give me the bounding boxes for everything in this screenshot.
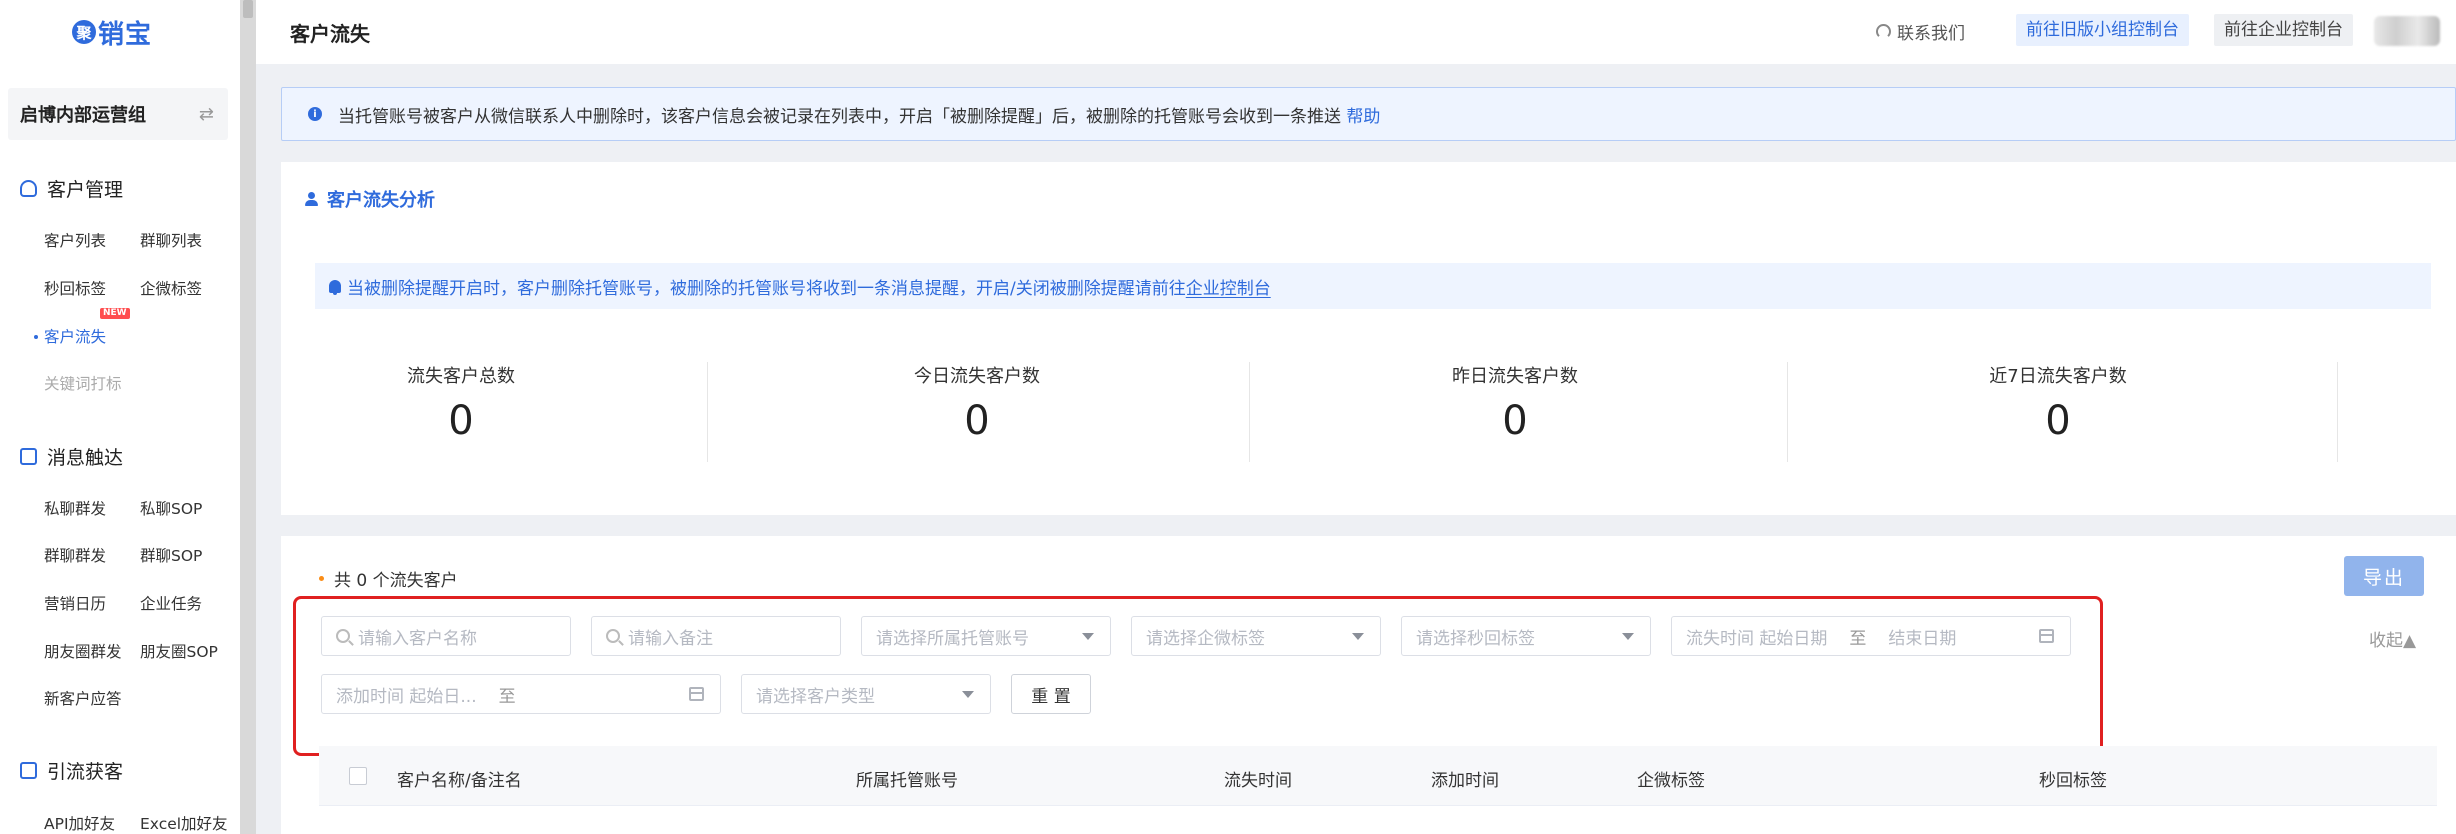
nav-group-label: 消息触达 bbox=[47, 446, 124, 469]
column-managed-account: 所属托管账号 bbox=[856, 771, 958, 791]
analysis-title: 客户流失分析 bbox=[305, 186, 435, 212]
logo-icon: 聚 bbox=[72, 20, 96, 44]
select-all-checkbox[interactable] bbox=[349, 767, 367, 785]
sidebar-item-api-add-friend[interactable]: API加好友 bbox=[44, 814, 115, 834]
sidebar-item-customer-loss[interactable]: 客户流失 bbox=[33, 327, 106, 347]
stat-divider bbox=[1787, 362, 1788, 462]
sidebar-item-enterprise-task[interactable]: 企业任务 bbox=[140, 594, 202, 614]
clipboard-icon bbox=[20, 447, 37, 465]
old-console-button[interactable]: 前往旧版小组控制台 bbox=[2016, 14, 2189, 46]
column-lost-time: 流失时间 bbox=[1224, 771, 1292, 791]
customer-icon bbox=[20, 179, 37, 197]
help-link[interactable]: 帮助 bbox=[1346, 107, 1380, 127]
team-switcher[interactable]: 启博内部运营组 ⇄ bbox=[8, 88, 228, 140]
sidebar-item-new-customer-reply[interactable]: 新客户应答 bbox=[44, 689, 122, 709]
dot-icon bbox=[319, 576, 324, 581]
contact-us-label: 联系我们 bbox=[1897, 23, 1965, 44]
mail-icon bbox=[20, 761, 37, 779]
scrollbar-thumb[interactable] bbox=[243, 0, 253, 18]
user-icon bbox=[305, 192, 318, 206]
export-button[interactable]: 导出 bbox=[2344, 556, 2424, 596]
lost-customer-list-card: 共 0 个流失客户 导出 收起▲ 请输入客户名称 请输入备注 请选择所属托管账号… bbox=[281, 536, 2456, 834]
avatar[interactable] bbox=[2374, 16, 2440, 46]
nav-group-label: 客户管理 bbox=[47, 178, 124, 201]
stat-7day-lost: 近7日流失客户数 0 bbox=[1989, 366, 2127, 444]
column-customer-name: 客户名称/备注名 bbox=[397, 771, 522, 791]
sidebar-item-excel-add-friend[interactable]: Excel加好友 bbox=[140, 814, 228, 834]
column-quick-tag: 秒回标签 bbox=[2039, 771, 2107, 791]
sidebar-item-group-list[interactable]: 群聊列表 bbox=[140, 231, 202, 251]
headset-icon bbox=[1876, 23, 1891, 39]
contact-us-link[interactable]: 联系我们 bbox=[1876, 17, 1965, 45]
analysis-card: 客户流失分析 当被删除提醒开启时，客户删除托管账号，被删除的托管账号将收到一条消… bbox=[281, 162, 2456, 515]
info-icon: i bbox=[308, 107, 322, 121]
total-count: 共 0 个流失客户 bbox=[319, 566, 458, 591]
nav-group-lead-acquisition[interactable]: 引流获客 bbox=[20, 756, 123, 784]
sidebar-item-customer-list[interactable]: 客户列表 bbox=[44, 231, 106, 251]
bell-icon bbox=[329, 279, 341, 295]
sidebar-item-private-sop[interactable]: 私聊SOP bbox=[140, 499, 202, 519]
notice-text: 当托管账号被客户从微信联系人中删除时，该客户信息会被记录在列表中，开启「被删除提… bbox=[338, 106, 1381, 127]
sidebar-item-keyword-tagging[interactable]: 关键词打标 bbox=[44, 374, 122, 394]
column-wecom-tag: 企微标签 bbox=[1637, 771, 1705, 791]
sidebar-item-moments-broadcast[interactable]: 朋友圈群发 bbox=[44, 642, 122, 662]
stat-divider bbox=[2337, 362, 2338, 462]
sidebar-item-moments-sop[interactable]: 朋友圈SOP bbox=[140, 642, 218, 662]
sidebar-item-private-broadcast[interactable]: 私聊群发 bbox=[44, 499, 106, 519]
top-bar: 客户流失 联系我们 前往旧版小组控制台 前往企业控制台 bbox=[256, 0, 2456, 64]
column-add-time: 添加时间 bbox=[1431, 771, 1499, 791]
sidebar-item-wecom-tag[interactable]: 企微标签 bbox=[140, 279, 202, 299]
remind-text: 当被删除提醒开启时，客户删除托管账号，被删除的托管账号将收到一条消息提醒，开启/… bbox=[347, 278, 1271, 299]
filter-highlight-box bbox=[293, 596, 2103, 756]
sidebar-scrollbar[interactable] bbox=[240, 0, 256, 834]
nav-group-message-reach[interactable]: 消息触达 bbox=[20, 442, 123, 470]
stat-yesterday-lost: 昨日流失客户数 0 bbox=[1452, 366, 1578, 444]
page-title: 客户流失 bbox=[290, 22, 370, 46]
stat-today-lost: 今日流失客户数 0 bbox=[914, 366, 1040, 444]
sidebar: 聚 销宝 启博内部运营组 ⇄ 客户管理 客户列表 群聊列表 秒回标签 企微标签 … bbox=[0, 0, 240, 834]
sidebar-item-group-sop[interactable]: 群聊SOP bbox=[140, 546, 202, 566]
nav-group-customer-management[interactable]: 客户管理 bbox=[20, 174, 123, 202]
table-header: 客户名称/备注名 所属托管账号 流失时间 添加时间 企微标签 秒回标签 bbox=[319, 746, 2437, 806]
switch-icon[interactable]: ⇄ bbox=[199, 104, 214, 125]
new-badge: NEW bbox=[100, 308, 130, 319]
sidebar-item-quick-tag[interactable]: 秒回标签 bbox=[44, 279, 106, 299]
stat-divider bbox=[1249, 362, 1250, 462]
notice-banner: i 当托管账号被客户从微信联系人中删除时，该客户信息会被记录在列表中，开启「被删… bbox=[281, 87, 2456, 141]
sidebar-item-marketing-calendar[interactable]: 营销日历 bbox=[44, 594, 106, 614]
team-name: 启博内部运营组 bbox=[20, 105, 146, 126]
collapse-toggle[interactable]: 收起▲ bbox=[2369, 626, 2416, 651]
stat-total-lost: 流失客户总数 0 bbox=[407, 366, 515, 444]
enterprise-console-button[interactable]: 前往企业控制台 bbox=[2214, 14, 2353, 46]
enterprise-console-link[interactable]: 企业控制台 bbox=[1186, 279, 1271, 299]
remind-banner: 当被删除提醒开启时，客户删除托管账号，被删除的托管账号将收到一条消息提醒，开启/… bbox=[315, 263, 2431, 309]
nav-group-label: 引流获客 bbox=[47, 760, 124, 783]
stat-divider bbox=[707, 362, 708, 462]
brand-logo[interactable]: 聚 销宝 bbox=[72, 14, 152, 50]
logo-text: 销宝 bbox=[98, 19, 153, 50]
sidebar-item-group-broadcast[interactable]: 群聊群发 bbox=[44, 546, 106, 566]
